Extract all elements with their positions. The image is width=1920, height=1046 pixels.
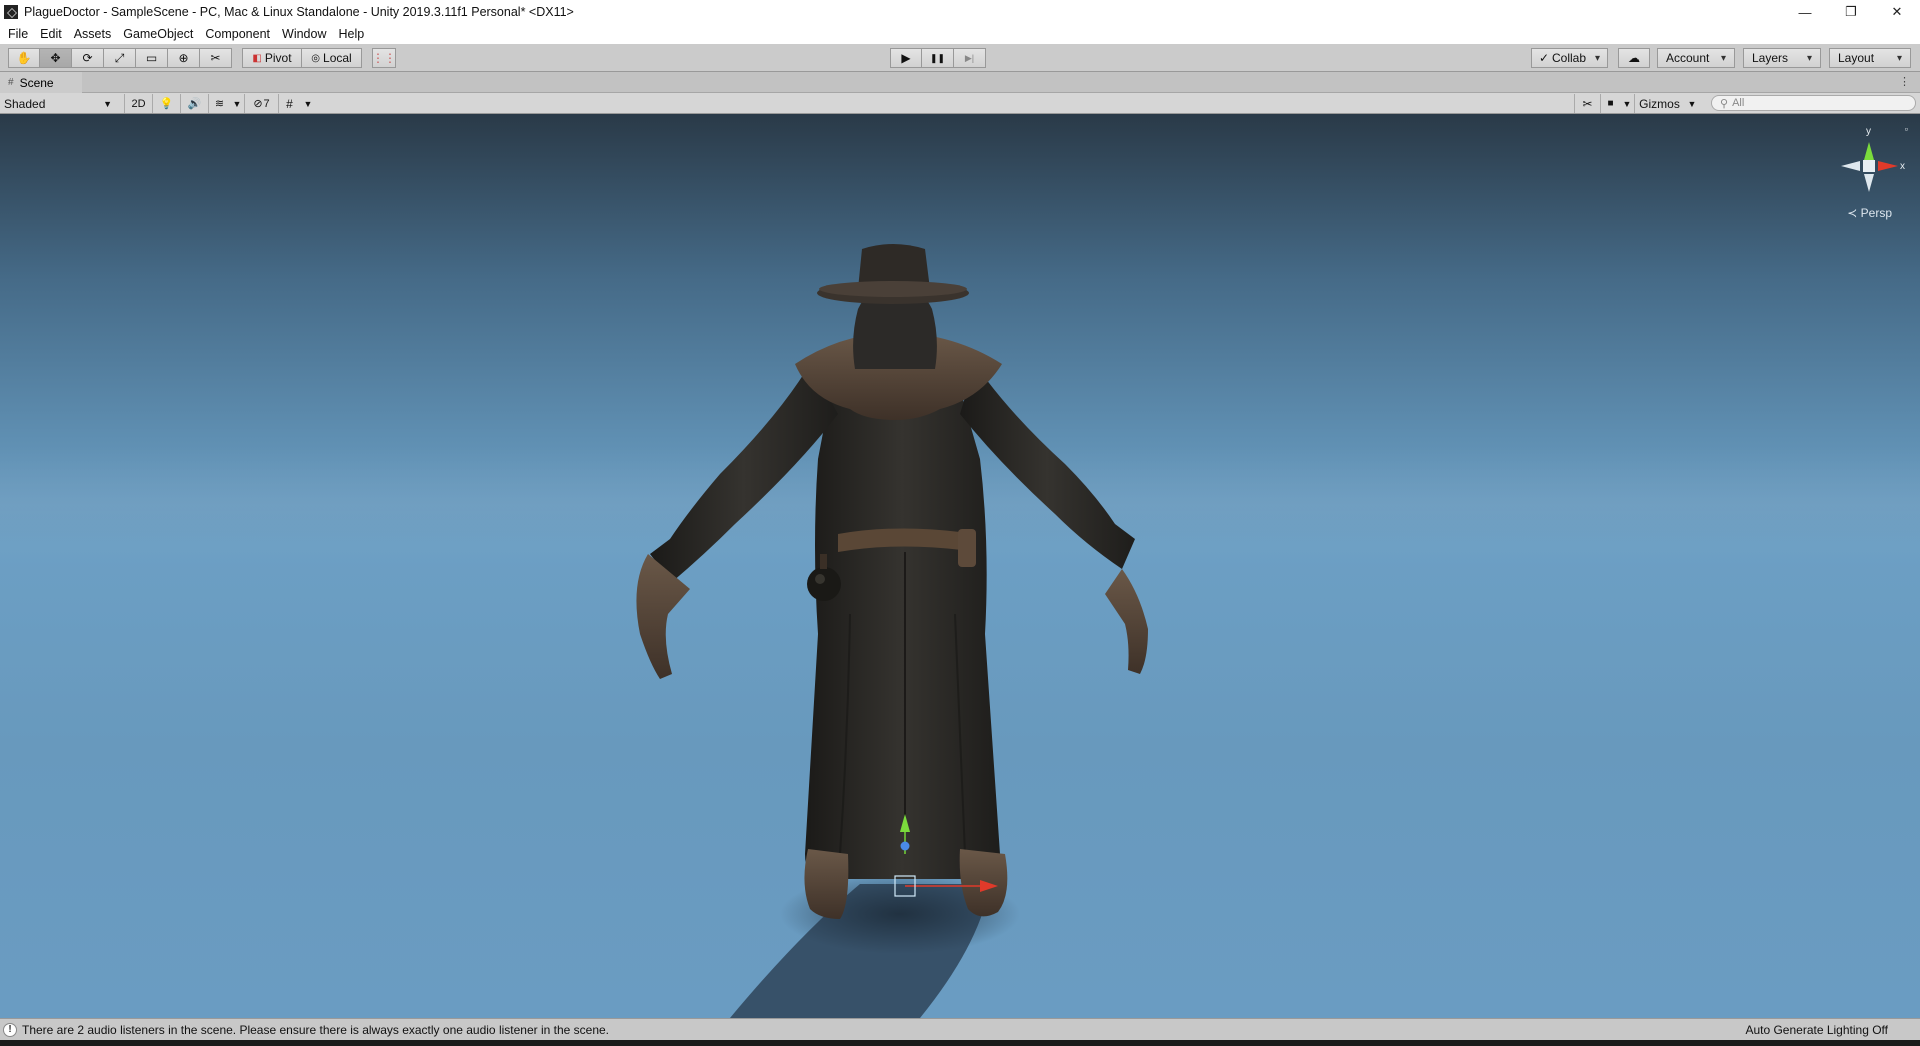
draw-mode-label: Shaded xyxy=(4,96,46,111)
scene-tab-label: Scene xyxy=(19,75,54,90)
layers-group: Layers xyxy=(1743,48,1821,68)
collab-label: Collab xyxy=(1552,51,1587,65)
menu-assets[interactable]: Assets xyxy=(68,27,118,41)
cloud-group: ☁ xyxy=(1618,48,1650,68)
menu-edit[interactable]: Edit xyxy=(34,27,68,41)
camera-dropdown-icon[interactable]: ▼ xyxy=(1620,94,1634,113)
chevron-down-icon: ▼ xyxy=(103,98,112,109)
layers-dropdown[interactable]: Layers xyxy=(1743,48,1821,68)
collab-group: ✓ Collab xyxy=(1531,48,1608,68)
menu-bar: File Edit Assets GameObject Component Wi… xyxy=(0,24,1920,44)
search-placeholder: All xyxy=(1732,97,1745,109)
rotate-tool-icon[interactable]: ⟳ xyxy=(72,48,104,68)
move-tool-icon[interactable]: ✥ xyxy=(40,48,72,68)
snap-icon[interactable]: ⋮⋮ xyxy=(372,48,396,68)
search-icon: ⚲ xyxy=(1720,97,1729,110)
collab-dropdown[interactable]: ✓ Collab xyxy=(1531,48,1608,68)
local-icon: ◎ xyxy=(311,52,321,64)
effects-dropdown-icon[interactable]: ▼ xyxy=(230,94,244,113)
scene-control-bar: Shaded ▼ 2D 💡 🔊 ≋ ▼ ⊘ 7 # ▼ ✂ ■ ▼ Gizmos… xyxy=(0,93,1920,114)
menu-file[interactable]: File xyxy=(2,27,34,41)
pivot-group: ◧ Pivot ◎ Local xyxy=(242,48,362,68)
gizmo-y-label: y xyxy=(1866,126,1871,137)
audio-toggle-icon[interactable]: 🔊 xyxy=(180,94,208,113)
window-controls: — ❐ ✕ xyxy=(1782,0,1920,24)
scene-viewport[interactable]: y x ≺ Persp ▫ xyxy=(0,114,1920,1018)
cloud-icon[interactable]: ☁ xyxy=(1618,48,1650,68)
menu-gameobject[interactable]: GameObject xyxy=(117,27,199,41)
gizmos-dropdown-icon[interactable]: ▼ xyxy=(1684,94,1700,113)
tab-scene[interactable]: # Scene xyxy=(0,72,82,93)
scene-right-controls: ✂ ■ ▼ Gizmos ▼ xyxy=(1574,94,1700,113)
layout-group: Layout xyxy=(1829,48,1911,68)
play-controls: ▶ ❚❚ ▶| xyxy=(890,48,986,68)
hand-tool-icon[interactable]: ✋ xyxy=(8,48,40,68)
local-label: Local xyxy=(323,51,352,65)
account-label: Account xyxy=(1666,51,1710,65)
custom-tool-icon[interactable]: ✂ xyxy=(200,48,232,68)
console-message[interactable]: There are 2 audio listeners in the scene… xyxy=(22,1023,609,1037)
z-axis-handle[interactable] xyxy=(900,841,910,851)
scene-render: y x xyxy=(636,126,1905,1018)
info-icon: ! xyxy=(3,1022,17,1037)
lock-icon[interactable]: ▫ xyxy=(1905,124,1908,134)
main-toolbar: ✋ ✥ ⟳ ⤢ ▭ ⊕ ✂ ◧ Pivot ◎ Local ⋮⋮ ▶ ❚❚ ▶|… xyxy=(0,44,1920,72)
hidden-objects-toggle[interactable]: ⊘ 7 xyxy=(244,94,278,113)
eye-slash-icon: ⊘ xyxy=(253,98,263,110)
restore-button[interactable]: ❐ xyxy=(1828,0,1874,24)
layers-label: Layers xyxy=(1752,51,1789,65)
plague-doctor-character[interactable] xyxy=(636,244,1148,919)
play-button[interactable]: ▶ xyxy=(890,48,922,68)
transform-tool-icon[interactable]: ⊕ xyxy=(168,48,200,68)
projection-toggle[interactable]: ≺ Persp xyxy=(1847,206,1892,220)
hidden-count: 7 xyxy=(263,97,270,110)
close-button[interactable]: ✕ xyxy=(1874,0,1920,24)
gizmo-x-label: x xyxy=(1900,161,1905,172)
menu-window[interactable]: Window xyxy=(276,27,332,41)
gizmos-button[interactable]: Gizmos xyxy=(1634,94,1684,113)
scene-toggle-row: 2D 💡 🔊 ≋ ▼ ⊘ 7 # ▼ xyxy=(124,94,316,113)
layout-label: Layout xyxy=(1838,51,1875,65)
scene-search-input[interactable]: ⚲ All xyxy=(1711,95,1916,111)
menu-component[interactable]: Component xyxy=(199,27,276,41)
layout-dropdown[interactable]: Layout xyxy=(1829,48,1911,68)
account-group: Account xyxy=(1657,48,1735,68)
pivot-label: Pivot xyxy=(264,51,292,65)
scene-tab-strip: # Scene ⋮ xyxy=(0,72,1920,93)
unity-logo-icon xyxy=(4,5,18,19)
status-bar: ! There are 2 audio listeners in the sce… xyxy=(0,1018,1920,1040)
draw-mode-dropdown[interactable]: Shaded ▼ xyxy=(0,94,118,113)
step-button[interactable]: ▶| xyxy=(954,48,986,68)
pivot-toggle[interactable]: ◧ Pivot xyxy=(242,48,302,68)
grid-dropdown-icon[interactable]: ▼ xyxy=(300,94,316,113)
snap-group: ⋮⋮ xyxy=(372,48,396,68)
transform-tools: ✋ ✥ ⟳ ⤢ ▭ ⊕ ✂ xyxy=(8,48,232,68)
scene-tools-icon[interactable]: ✂ xyxy=(1574,94,1600,113)
lighting-toggle-icon[interactable]: 💡 xyxy=(152,94,180,113)
local-toggle[interactable]: ◎ Local xyxy=(302,48,362,68)
pivot-icon: ◧ xyxy=(252,52,262,64)
window-title: PlagueDoctor - SampleScene - PC, Mac & L… xyxy=(24,5,574,19)
collab-check-icon: ✓ xyxy=(1538,51,1549,65)
orientation-gizmo[interactable]: y x xyxy=(1841,126,1905,192)
pause-button[interactable]: ❚❚ xyxy=(922,48,954,68)
grid-toggle-icon[interactable]: # xyxy=(278,94,300,113)
scene-tab-icon: # xyxy=(8,77,14,88)
menu-help[interactable]: Help xyxy=(332,27,370,41)
minimize-button[interactable]: — xyxy=(1782,0,1828,24)
panel-menu-icon[interactable]: ⋮ xyxy=(1899,75,1910,88)
2d-toggle[interactable]: 2D xyxy=(124,94,152,113)
rect-tool-icon[interactable]: ▭ xyxy=(136,48,168,68)
window-title-bar: PlagueDoctor - SampleScene - PC, Mac & L… xyxy=(0,0,1920,24)
camera-icon[interactable]: ■ xyxy=(1600,94,1620,113)
taskbar-strip xyxy=(0,1040,1920,1046)
account-dropdown[interactable]: Account xyxy=(1657,48,1735,68)
effects-toggle-icon[interactable]: ≋ xyxy=(208,94,230,113)
lighting-status[interactable]: Auto Generate Lighting Off xyxy=(1745,1023,1888,1037)
scale-tool-icon[interactable]: ⤢ xyxy=(104,48,136,68)
